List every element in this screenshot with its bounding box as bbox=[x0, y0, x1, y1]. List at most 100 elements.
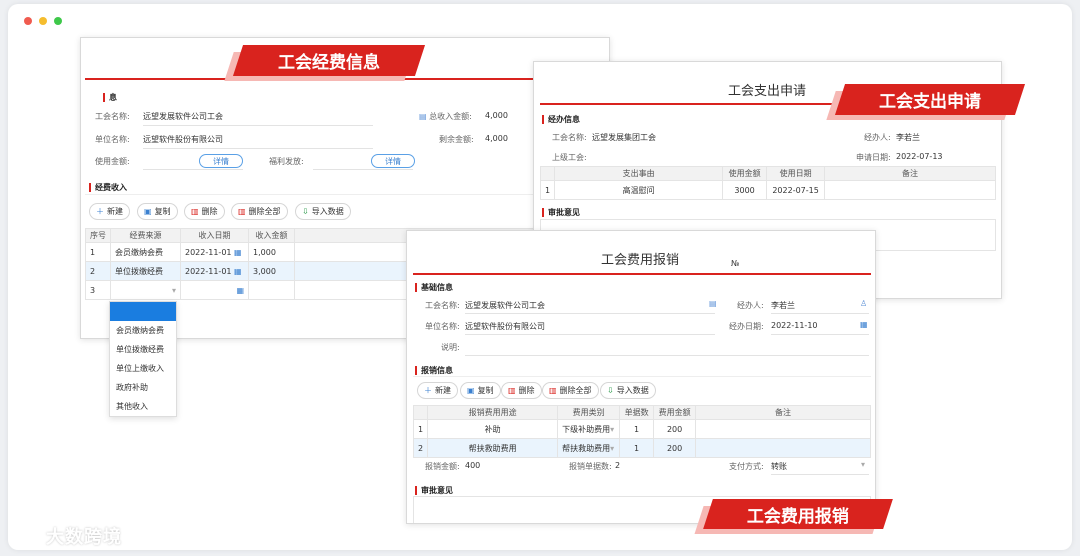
calendar-icon[interactable]: ▦ bbox=[860, 320, 868, 329]
expense-union-value: 远望发展集团工会 bbox=[592, 133, 656, 142]
col-header: 使用日期 bbox=[766, 166, 826, 181]
total-income-value: 4,000 bbox=[485, 111, 508, 120]
dropdown-option[interactable]: 单位上缴收入 bbox=[110, 359, 176, 378]
amount-cell[interactable] bbox=[248, 280, 295, 300]
import-icon: ⇩ bbox=[302, 207, 309, 216]
funds-copy-button[interactable]: ▣ 复制 bbox=[137, 203, 178, 220]
calc-icon: ▤ bbox=[419, 112, 430, 121]
reimb-amount-value: 400 bbox=[465, 461, 481, 470]
lookup-icon[interactable]: ▤ bbox=[709, 299, 717, 308]
welfare-detail-button[interactable]: 详情 bbox=[371, 154, 415, 168]
col-header: 备注 bbox=[824, 166, 996, 181]
date-cell[interactable]: 2022-11-01 ▦ bbox=[180, 261, 249, 281]
table-row[interactable]: 1 补助 下级补助费用▾ 1 200 bbox=[412, 419, 871, 439]
reimb-union-underline bbox=[465, 313, 715, 314]
category-cell[interactable]: 帮扶救助费用▾ bbox=[557, 438, 621, 458]
union-name-underline bbox=[143, 125, 373, 126]
note-cell[interactable] bbox=[695, 438, 871, 458]
reimb-handler-label: 经办人: bbox=[737, 301, 764, 310]
remaining-value: 4,000 bbox=[485, 134, 508, 143]
amount-cell[interactable]: 3,000 bbox=[248, 261, 295, 281]
date-cell[interactable]: 2022-11-01 ▦ bbox=[180, 242, 249, 262]
user-icon[interactable]: ♙ bbox=[860, 299, 867, 308]
reimb-pay-value[interactable]: 转账 bbox=[771, 461, 787, 472]
trash-all-icon: ▥ bbox=[549, 386, 557, 395]
dropdown-highlight[interactable] bbox=[110, 302, 176, 321]
minimize-dot-icon[interactable] bbox=[39, 17, 47, 25]
expense-table: 支出事由 使用金额 使用日期 备注 1 高温慰问 3000 2022-07-15 bbox=[539, 166, 996, 200]
chevron-down-icon[interactable]: ▾ bbox=[861, 460, 865, 469]
reimb-note-underline bbox=[465, 355, 869, 356]
chevron-down-icon[interactable]: ▾ bbox=[172, 286, 176, 295]
col-header: 费用金额 bbox=[653, 405, 697, 420]
dropdown-option[interactable]: 政府补助 bbox=[110, 378, 176, 397]
amount-cell[interactable]: 1,000 bbox=[248, 242, 295, 262]
note-cell[interactable] bbox=[824, 180, 996, 200]
count-cell[interactable]: 1 bbox=[619, 419, 655, 439]
plus-icon: ＋ bbox=[424, 386, 432, 395]
amount-cell[interactable]: 200 bbox=[653, 438, 697, 458]
source-cell[interactable]: ▾ bbox=[110, 280, 181, 300]
row-index: 2 bbox=[412, 438, 429, 458]
expense-handler-value: 李若兰 bbox=[896, 133, 920, 142]
source-dropdown: 会员缴纳会费 单位拨缴经费 单位上缴收入 政府补助 其他收入 bbox=[109, 301, 177, 417]
reimb-import-button[interactable]: ⇩ 导入数据 bbox=[600, 382, 656, 399]
expense-date-value: 2022-07-13 bbox=[896, 152, 943, 161]
category-cell[interactable]: 下级补助费用▾ bbox=[557, 419, 621, 439]
funds-new-button[interactable]: ＋新建 bbox=[89, 203, 130, 220]
reimb-title: 工会费用报销 bbox=[601, 253, 680, 268]
expense-section-approval: 审批意见 bbox=[542, 207, 580, 218]
reimb-divider bbox=[413, 273, 871, 275]
reimb-info-divider bbox=[413, 376, 871, 377]
reason-cell[interactable]: 高温慰问 bbox=[554, 180, 724, 200]
col-header: 使用金额 bbox=[722, 166, 768, 181]
row-index: 1 bbox=[85, 242, 111, 262]
chevron-down-icon[interactable]: ▾ bbox=[610, 444, 614, 453]
col-header bbox=[539, 166, 556, 181]
table-row[interactable]: 2 帮扶救助费用 帮扶救助费用▾ 1 200 bbox=[412, 438, 871, 458]
source-cell[interactable]: 单位拨缴经费 bbox=[110, 261, 181, 281]
total-income-label: ▤ 总收入金额: bbox=[419, 112, 472, 121]
amount-cell[interactable]: 3000 bbox=[722, 180, 768, 200]
close-dot-icon[interactable] bbox=[24, 17, 32, 25]
purpose-cell[interactable]: 补助 bbox=[427, 419, 559, 439]
reimb-delete-button[interactable]: ▥ 删除 bbox=[501, 382, 542, 399]
dropdown-option[interactable]: 单位拨缴经费 bbox=[110, 340, 176, 359]
note-cell[interactable] bbox=[695, 419, 871, 439]
reimb-table: 报销费用用途 费用类别 单据数 费用金额 备注 1 补助 下级补助费用▾ 1 2… bbox=[412, 405, 871, 458]
expense-handler-label: 经办人: bbox=[864, 133, 891, 142]
welfare-underline bbox=[313, 169, 413, 170]
col-header: 报销费用用途 bbox=[427, 405, 559, 420]
chevron-down-icon[interactable]: ▾ bbox=[610, 425, 614, 434]
use-amount-detail-button[interactable]: 详情 bbox=[199, 154, 243, 168]
reimb-pay-underline bbox=[771, 474, 869, 475]
calendar-icon[interactable]: ▦ bbox=[234, 248, 242, 257]
reimb-banner: 工会费用报销 bbox=[703, 499, 893, 529]
source-cell[interactable]: 会员缴纳会费 bbox=[110, 242, 181, 262]
reimb-new-button[interactable]: ＋新建 bbox=[417, 382, 458, 399]
dropdown-option[interactable]: 其他收入 bbox=[110, 397, 176, 416]
col-header: 经费来源 bbox=[110, 228, 181, 243]
reimb-number-label: № bbox=[731, 259, 740, 268]
calendar-icon[interactable]: ▦ bbox=[234, 267, 242, 276]
expense-title: 工会支出申请 bbox=[728, 84, 807, 99]
reimb-amount-label: 报销金额: bbox=[425, 462, 460, 471]
date-cell[interactable]: ▦ bbox=[180, 280, 249, 300]
reimb-delete-all-button[interactable]: ▥ 删除全部 bbox=[542, 382, 599, 399]
reimb-copy-button[interactable]: ▣ 复制 bbox=[460, 382, 501, 399]
dropdown-option[interactable]: 会员缴纳会费 bbox=[110, 321, 176, 340]
col-header: 序号 bbox=[85, 228, 111, 243]
funds-delete-all-button[interactable]: ▥ 删除全部 bbox=[231, 203, 288, 220]
funds-delete-button[interactable]: ▥ 删除 bbox=[184, 203, 225, 220]
amount-cell[interactable]: 200 bbox=[653, 419, 697, 439]
maximize-dot-icon[interactable] bbox=[54, 17, 62, 25]
purpose-cell[interactable]: 帮扶救助费用 bbox=[427, 438, 559, 458]
col-header: 备注 bbox=[695, 405, 871, 420]
date-cell[interactable]: 2022-07-15 bbox=[766, 180, 826, 200]
count-cell[interactable]: 1 bbox=[619, 438, 655, 458]
calendar-icon[interactable]: ▦ bbox=[236, 286, 244, 295]
col-header: 收入金额 bbox=[248, 228, 295, 243]
funds-import-button[interactable]: ⇩ 导入数据 bbox=[295, 203, 351, 220]
table-row[interactable]: 1 高温慰问 3000 2022-07-15 bbox=[539, 180, 996, 200]
watermark: 大数跨境 bbox=[14, 523, 122, 549]
